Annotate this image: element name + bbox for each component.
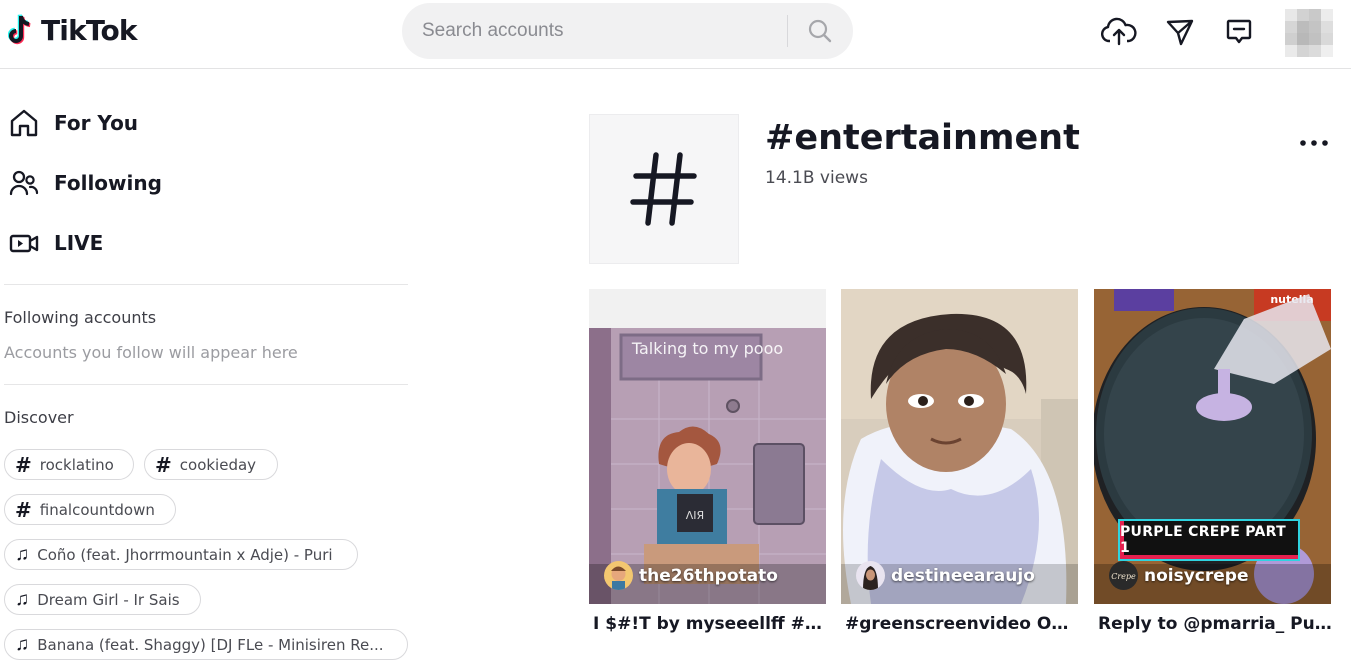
author-username: noisycrepe (1144, 565, 1249, 586)
hashtag-views: 14.1B views (765, 168, 868, 188)
sidebar-divider (4, 384, 408, 385)
video-card[interactable]: ΛIЯ Talking to my pooo the26thpotato (589, 289, 826, 604)
hashtag-icon: # (15, 452, 32, 477)
inbox-icon (1226, 19, 1252, 44)
video-caption[interactable]: #greenscreenvideo OH... (845, 614, 1082, 634)
hashtag-title: #entertainment (765, 118, 1080, 158)
discover-music-cono[interactable]: ♫ Coño (feat. Jhorrmountain x Adje) - Pu… (4, 539, 358, 570)
nav-following[interactable]: Following (8, 163, 162, 203)
search-divider (787, 15, 788, 47)
discover-hashtag-finalcountdown[interactable]: # finalcountdown (4, 494, 176, 525)
live-camera-icon (9, 234, 39, 253)
tiktok-logo-icon (8, 14, 31, 45)
author-avatar (856, 561, 885, 590)
following-empty-text: Accounts you follow will appear here (4, 343, 298, 362)
tiktok-logo[interactable]: TikTok (8, 12, 138, 48)
upload-button[interactable] (1100, 14, 1138, 50)
profile-avatar[interactable] (1285, 9, 1333, 57)
music-note-icon: ♫ (15, 543, 30, 565)
discover-item-label: finalcountdown (39, 500, 155, 519)
hashtag-icon: # (155, 452, 172, 477)
discover-hashtag-rocklatino[interactable]: # rocklatino (4, 449, 134, 480)
hashtag-cover (589, 114, 739, 264)
discover-item-label: Dream Girl - Ir Sais (37, 590, 180, 609)
author-username: the26thpotato (639, 565, 778, 586)
discover-hashtag-cookieday[interactable]: # cookieday (144, 449, 278, 480)
video-thumbnail (841, 289, 1078, 604)
messages-button[interactable] (1161, 14, 1199, 50)
video-caption[interactable]: Reply to @pmarria_ Pur... (1098, 614, 1335, 634)
author-username: destineearaujo (891, 565, 1035, 586)
video-author[interactable]: the26thpotato (604, 561, 778, 590)
discover-item-label: Coño (feat. Jhorrmountain x Adje) - Puri (37, 545, 333, 564)
discover-item-label: rocklatino (39, 455, 114, 474)
nav-for-you-label: For You (54, 111, 139, 135)
video-card[interactable]: nutella PURPLE CREPE PART 1 Crepe noisyc… (1094, 289, 1331, 604)
hashtag-icon (630, 152, 697, 226)
music-note-icon: ♫ (15, 588, 30, 610)
svg-text:ΛIЯ: ΛIЯ (686, 509, 704, 522)
search-input[interactable] (422, 3, 782, 59)
nav-for-you[interactable]: For You (8, 103, 138, 143)
video-card[interactable]: destineearaujo (841, 289, 1078, 604)
people-icon (9, 170, 39, 196)
video-overlay-text: Talking to my pooo (631, 339, 784, 358)
send-icon (1166, 19, 1194, 46)
discover-music-dream-girl[interactable]: ♫ Dream Girl - Ir Sais (4, 584, 201, 615)
top-header: TikTok (0, 0, 1351, 69)
discover-item-label: Banana (feat. Shaggy) [DJ FLe - Minisire… (37, 635, 384, 654)
nav-live-label: LIVE (54, 231, 104, 255)
video-thumbnail: ΛIЯ (589, 289, 826, 604)
logo-text: TikTok (41, 13, 138, 47)
video-author[interactable]: Crepe noisycrepe (1109, 561, 1249, 590)
inbox-button[interactable] (1220, 14, 1258, 50)
upload-icon (1101, 17, 1137, 46)
more-dots-icon (1300, 140, 1328, 146)
more-options-button[interactable] (1296, 128, 1332, 158)
author-avatar-text: Crepe (1111, 572, 1136, 581)
discover-item-label: cookieday (179, 455, 257, 474)
nav-following-label: Following (54, 171, 162, 195)
video-overlay-banner: PURPLE CREPE PART 1 (1118, 519, 1300, 561)
home-icon (10, 109, 38, 137)
hashtag-icon: # (15, 497, 32, 522)
author-avatar: Crepe (1109, 561, 1138, 590)
video-author[interactable]: destineearaujo (856, 561, 1035, 590)
music-note-icon: ♫ (15, 633, 30, 655)
video-caption[interactable]: I $#!T by myseeellff #a... (593, 614, 830, 634)
discover-heading: Discover (4, 408, 74, 427)
discover-music-banana[interactable]: ♫ Banana (feat. Shaggy) [DJ FLe - Minisi… (4, 629, 408, 660)
search-bar (402, 3, 853, 59)
sidebar: For You Following LIVE Following account… (0, 70, 410, 661)
search-icon (808, 19, 832, 43)
nav-live[interactable]: LIVE (8, 223, 103, 263)
sidebar-divider (4, 284, 408, 285)
author-avatar (604, 561, 633, 590)
search-button[interactable] (800, 15, 840, 47)
following-accounts-heading: Following accounts (4, 308, 157, 327)
